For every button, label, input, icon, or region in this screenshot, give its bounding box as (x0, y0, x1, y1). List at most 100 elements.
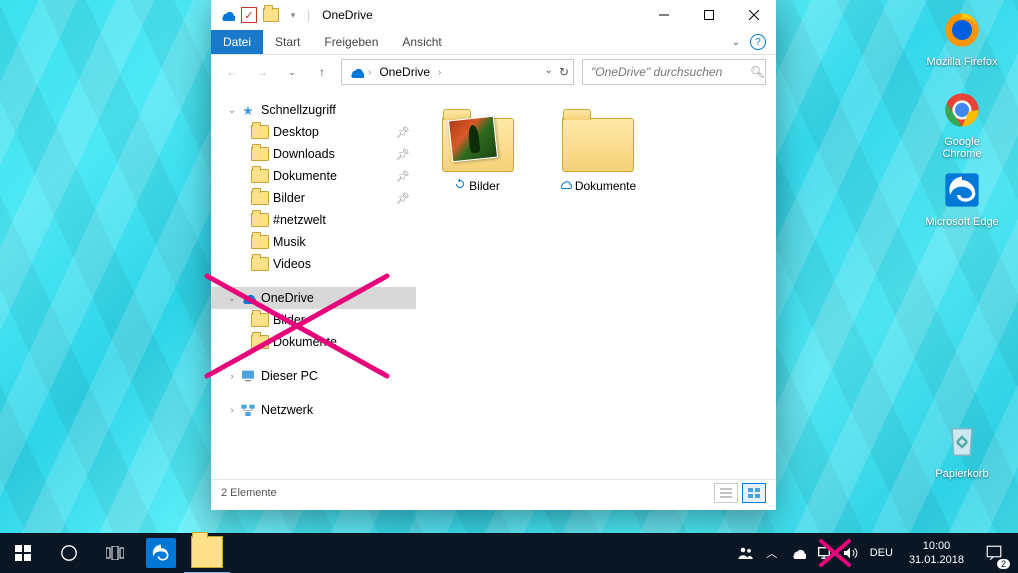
desktop[interactable]: Mozilla Firefox Google Chrome Microsoft Ed… (0, 0, 1018, 573)
tree-network[interactable]: › Netzwerk (211, 399, 416, 421)
search-input[interactable] (589, 64, 750, 80)
nav-up-button[interactable]: ↑ (311, 61, 333, 83)
tree-label: OneDrive (261, 291, 314, 305)
search-icon[interactable]: 🔍︎ (750, 65, 765, 79)
tree-label: Musik (273, 235, 306, 249)
nav-recent-dropdown[interactable]: ⌄ (281, 61, 303, 83)
status-text: 2 Elemente (221, 487, 277, 499)
tray-chevron-up-icon[interactable]: ︿ (760, 533, 784, 573)
close-button[interactable] (731, 0, 776, 30)
nav-back-button[interactable]: ← (221, 61, 243, 83)
chrome-icon (940, 88, 984, 132)
folder-item-dokumente[interactable]: Dokumente (544, 105, 650, 200)
taskbar-file-explorer-button[interactable] (184, 532, 230, 573)
maximize-button[interactable] (686, 0, 731, 30)
tree-item-musik[interactable]: Musik (211, 231, 416, 253)
taskbar-edge-button[interactable] (138, 533, 184, 573)
tree-item-bilder[interactable]: Bilder 📌︎ (211, 187, 416, 209)
tree-label: Netzwerk (261, 403, 313, 417)
tree-label: Schnellzugriff (261, 103, 336, 117)
tree-item-videos[interactable]: Videos (211, 253, 416, 275)
folder-icon (251, 233, 269, 251)
firefox-icon (940, 8, 984, 52)
tree-item-onedrive-dokumente[interactable]: Dokumente (211, 331, 416, 353)
checkbox-qat-icon[interactable]: ✓ (241, 7, 257, 23)
tree-item--netzwelt[interactable]: #netzwelt (211, 209, 416, 231)
breadcrumb-root[interactable]: › (346, 64, 373, 80)
nav-forward-button[interactable]: → (251, 61, 273, 83)
recycle-bin-icon (940, 420, 984, 464)
tray-volume-icon[interactable] (838, 533, 862, 573)
desktop-icon-label: Mozilla Firefox (924, 56, 1000, 68)
view-icons-button[interactable] (742, 483, 766, 503)
refresh-icon[interactable]: ↻ (559, 65, 569, 79)
tab-view[interactable]: Ansicht (390, 30, 453, 54)
address-row: ← → ⌄ ↑ › OneDrive› ⌄ ↻ 🔍︎ (211, 55, 776, 89)
notification-badge: 2 (997, 559, 1010, 569)
title-bar[interactable]: ✓ ▾ | OneDrive (211, 0, 776, 30)
pin-icon: 📌︎ (396, 192, 410, 205)
desktop-icon-label: Microsoft Edge (924, 216, 1000, 228)
pc-icon (239, 367, 257, 385)
tray-notifications-button[interactable]: 2 (974, 533, 1014, 573)
tree-item-dokumente[interactable]: Dokumente 📌︎ (211, 165, 416, 187)
address-bar[interactable]: › OneDrive› ⌄ ↻ (341, 59, 574, 85)
folder-icon (251, 333, 269, 351)
tray-clock[interactable]: 10:0031.01.2018 (901, 539, 972, 568)
tree-item-onedrive-bilder[interactable]: Bilder (211, 309, 416, 331)
thumbnail-image (448, 116, 498, 163)
view-details-button[interactable] (714, 483, 738, 503)
cortana-button[interactable] (46, 533, 92, 573)
folder-icon (562, 118, 634, 172)
start-button[interactable] (0, 533, 46, 573)
pin-icon: 📌︎ (396, 126, 410, 139)
onedrive-icon (239, 289, 257, 307)
tree-quick-access[interactable]: ⌄ ★ Schnellzugriff (211, 99, 416, 121)
tab-start[interactable]: Start (263, 30, 312, 54)
tree-this-pc[interactable]: › Dieser PC (211, 365, 416, 387)
tray-language[interactable]: DEU (864, 547, 899, 559)
tree-label: Dieser PC (261, 369, 318, 383)
folder-icon (251, 189, 269, 207)
breadcrumb-seg-1[interactable]: OneDrive› (377, 65, 443, 79)
folder-icon (251, 167, 269, 185)
tree-item-downloads[interactable]: Downloads 📌︎ (211, 143, 416, 165)
tree-onedrive[interactable]: ⌄ OneDrive (211, 287, 416, 309)
pin-icon: 📌︎ (396, 170, 410, 183)
content-pane[interactable]: Bilder Dokumente (416, 89, 776, 479)
folder-icon (251, 145, 269, 163)
tab-file[interactable]: Datei (211, 30, 263, 54)
tray-people-icon[interactable] (734, 533, 758, 573)
star-icon: ★ (239, 101, 257, 119)
item-label: Bilder (469, 179, 500, 193)
taskbar[interactable]: ︿ DEU 10:0031.01.2018 2 (0, 533, 1018, 573)
search-box[interactable]: 🔍︎ (582, 59, 766, 85)
tree-item-desktop[interactable]: Desktop📌︎ (211, 121, 416, 143)
desktop-icon-microsoft-edge[interactable]: Microsoft Edge (924, 168, 1000, 228)
ribbon-expand-icon[interactable]: ⌄ (732, 37, 740, 48)
folder-icon (251, 255, 269, 273)
folder-icon (251, 211, 269, 229)
folder-icon (251, 311, 269, 329)
tree-label: Dokumente (273, 169, 337, 183)
tray-network-icon[interactable] (812, 533, 836, 573)
tree-label: #netzwelt (273, 213, 326, 227)
desktop-icon-mozilla-firefox[interactable]: Mozilla Firefox (924, 8, 1000, 68)
qat-dropdown-icon[interactable]: ▾ (285, 7, 301, 23)
address-dropdown-icon[interactable]: ⌄ (545, 65, 553, 79)
desktop-icon-google-chrome[interactable]: Google Chrome (924, 88, 1000, 160)
explorer-window: ✓ ▾ | OneDrive Datei Start Freigeben Ans… (211, 0, 776, 510)
status-bar: 2 Elemente (211, 479, 776, 506)
tray-onedrive-icon[interactable] (786, 533, 810, 573)
pin-icon: 📌︎ (396, 148, 410, 161)
tab-share[interactable]: Freigeben (312, 30, 390, 54)
help-icon[interactable]: ? (750, 34, 766, 50)
task-view-button[interactable] (92, 533, 138, 573)
minimize-button[interactable] (641, 0, 686, 30)
tree-label: Downloads (273, 147, 335, 161)
folder-item-bilder[interactable]: Bilder (424, 105, 530, 200)
sync-icon (454, 178, 466, 193)
navigation-pane[interactable]: ⌄ ★ Schnellzugriff Desktop📌︎Downloads📌︎D… (211, 89, 416, 479)
tree-label: Bilder (273, 191, 305, 205)
desktop-icon-papierkorb[interactable]: Papierkorb (924, 420, 1000, 480)
